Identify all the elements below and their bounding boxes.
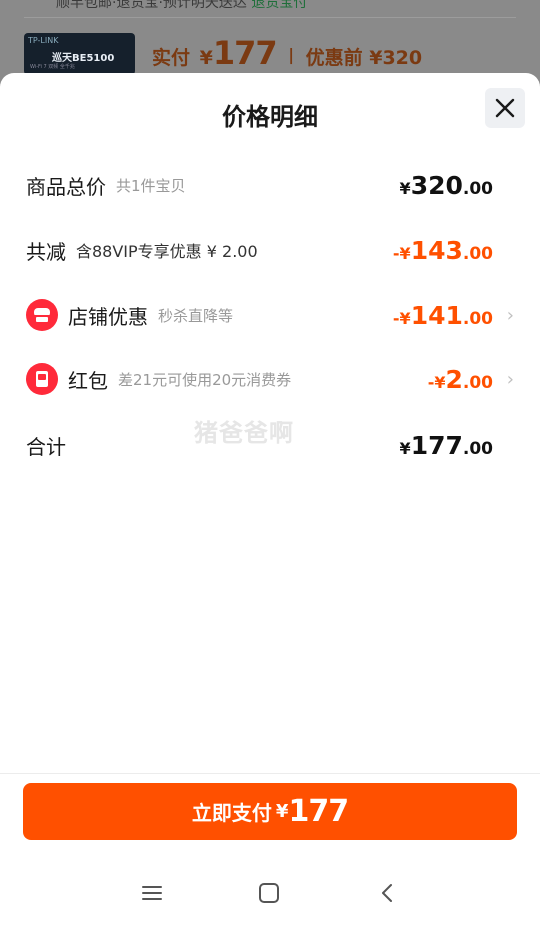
row-sub: 差21元可使用20元消费券 bbox=[118, 370, 292, 389]
amount-yen: -¥ bbox=[392, 243, 411, 263]
background-divider bbox=[24, 17, 516, 18]
paid-label: 实付 bbox=[152, 47, 191, 69]
pay-yen: ¥ bbox=[275, 801, 289, 822]
amount-int: 143 bbox=[410, 235, 463, 265]
row-label: 商品总价 bbox=[26, 174, 106, 199]
amount-dec: .00 bbox=[462, 243, 493, 264]
pay-amount: 177 bbox=[288, 794, 349, 829]
amount-int: 320 bbox=[410, 170, 463, 200]
close-button[interactable] bbox=[485, 88, 525, 128]
row-amount: -¥2.00 bbox=[428, 365, 493, 394]
row-total-discount: 共减 含88VIP专享优惠 ¥ 2.00 -¥143.00 bbox=[26, 230, 514, 270]
chevron-right-icon: › bbox=[506, 368, 514, 390]
delivery-text: 顺丰包邮·退货宝·预计明天送达 bbox=[56, 0, 247, 11]
amount-dec: .00 bbox=[462, 178, 493, 199]
price-detail-sheet: 价格明细 商品总价 共1件宝贝 ¥320.00 共减 含88VIP专享优惠 ¥ … bbox=[0, 73, 540, 926]
thumbnail-title: 巡天BE5100 bbox=[52, 53, 115, 64]
pay-label: 立即支付 bbox=[191, 801, 272, 825]
amount-yen: ¥ bbox=[399, 438, 411, 458]
amount-int: 177 bbox=[410, 430, 463, 460]
sheet-title: 价格明细 bbox=[222, 103, 318, 131]
system-nav-bar bbox=[0, 873, 540, 913]
row-label: 合计 bbox=[26, 434, 66, 459]
back-icon bbox=[382, 884, 392, 902]
amount-yen: -¥ bbox=[392, 308, 411, 328]
chevron-right-icon: › bbox=[506, 304, 514, 326]
paid-yen: ¥ bbox=[199, 47, 213, 69]
row-label: 店铺优惠 bbox=[68, 304, 148, 329]
home-icon bbox=[259, 883, 279, 903]
menu-icon bbox=[142, 886, 162, 900]
home-button[interactable] bbox=[255, 879, 283, 907]
amount-int: 141 bbox=[410, 300, 463, 330]
amount-dec: .00 bbox=[462, 372, 493, 393]
price-separator: | bbox=[288, 45, 295, 64]
product-thumbnail: TP-LINK 巡天BE5100 Wi-Fi 7 双频 全千兆 bbox=[24, 33, 135, 75]
paid-value: 177 bbox=[212, 34, 278, 72]
row-label: 红包 bbox=[68, 368, 108, 393]
menu-button[interactable] bbox=[138, 879, 166, 907]
row-label: 共减 bbox=[26, 239, 66, 264]
delivery-green-text: 退货宝付 bbox=[251, 0, 308, 11]
back-button[interactable] bbox=[373, 879, 401, 907]
row-sub: 秒杀直降等 bbox=[158, 306, 234, 325]
amount-int: 2 bbox=[445, 364, 463, 394]
row-sub: 共1件宝贝 bbox=[116, 176, 186, 195]
thumbnail-sub: Wi-Fi 7 双频 全千兆 bbox=[30, 64, 75, 70]
row-amount: -¥141.00 bbox=[393, 301, 493, 330]
row-store-discount[interactable]: 店铺优惠 秒杀直降等 -¥141.00 › bbox=[26, 295, 514, 335]
close-icon bbox=[495, 98, 515, 118]
watermark: 猪爸爸啊 bbox=[194, 419, 294, 447]
row-amount: -¥143.00 bbox=[393, 236, 493, 265]
row-sub: 含88VIP专享优惠 ¥ 2.00 bbox=[76, 242, 258, 261]
amount-dec: .00 bbox=[462, 308, 493, 329]
footer-divider bbox=[0, 773, 540, 774]
amount-dec: .00 bbox=[462, 438, 493, 459]
amount-yen: -¥ bbox=[427, 372, 446, 392]
amount-yen: ¥ bbox=[399, 178, 411, 198]
pay-now-button[interactable]: 立即支付 ¥177 bbox=[23, 783, 517, 840]
row-amount: ¥320.00 bbox=[400, 171, 493, 200]
red-packet-icon bbox=[26, 363, 58, 395]
thumbnail-tag: TP-LINK bbox=[28, 36, 59, 45]
store-icon bbox=[26, 299, 58, 331]
background-price: 实付 ¥177 | 优惠前 ¥320 bbox=[152, 34, 422, 72]
price-before-discount: 优惠前 ¥320 bbox=[305, 47, 423, 69]
row-red-packet[interactable]: 红包 差21元可使用20元消费券 -¥2.00 › bbox=[26, 359, 514, 399]
row-amount: ¥177.00 bbox=[400, 431, 493, 460]
row-total-price: 商品总价 共1件宝贝 ¥320.00 bbox=[26, 165, 514, 205]
